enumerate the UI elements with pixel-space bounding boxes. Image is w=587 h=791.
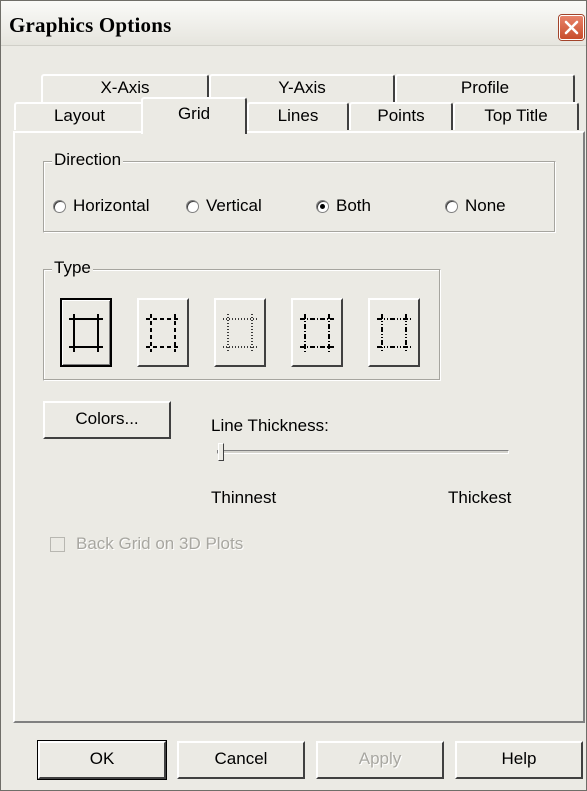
tab-lines[interactable]: Lines xyxy=(247,102,349,130)
line-thickness-slider-thumb[interactable] xyxy=(218,443,224,461)
type-label: Type xyxy=(52,258,93,278)
thickest-label: Thickest xyxy=(448,488,512,507)
radio-circle xyxy=(445,199,458,213)
colors-button[interactable]: Colors... xyxy=(43,401,171,439)
dash-dot-dot-grid-icon xyxy=(377,314,411,352)
window-title: Graphics Options xyxy=(9,13,172,37)
tab-grid[interactable]: Grid xyxy=(141,97,247,134)
direction-label: Direction xyxy=(52,150,124,170)
back-grid-checkbox[interactable] xyxy=(50,537,65,552)
cancel-button[interactable]: Cancel xyxy=(177,741,305,779)
solid-grid-icon xyxy=(69,314,103,352)
dotted-grid-icon xyxy=(223,314,257,352)
dashed-grid-button[interactable] xyxy=(137,298,189,367)
radio-label: Vertical xyxy=(206,196,262,215)
radio-circle-selected xyxy=(316,199,329,213)
radio-circle xyxy=(186,199,199,213)
close-button[interactable] xyxy=(559,15,584,40)
line-thickness-label: Line Thickness: xyxy=(211,416,329,435)
close-icon xyxy=(564,20,579,35)
thinnest-label: Thinnest xyxy=(211,488,277,507)
help-button[interactable]: Help xyxy=(455,741,583,779)
radio-label: Horizontal xyxy=(73,196,150,215)
tab-top-title[interactable]: Top Title xyxy=(453,102,579,130)
radio-dot xyxy=(320,203,325,209)
back-grid-label: Back Grid on 3D Plots xyxy=(76,534,244,553)
dashed-grid-icon xyxy=(146,314,180,352)
dash-dot-dot-grid-button[interactable] xyxy=(368,298,420,367)
solid-grid-button[interactable] xyxy=(60,298,112,367)
tab-profile[interactable]: Profile xyxy=(395,74,575,102)
radio-horizontal[interactable]: Horizontal xyxy=(53,196,150,216)
tab-layout[interactable]: Layout xyxy=(14,102,145,130)
tab-points[interactable]: Points xyxy=(349,102,453,130)
radio-none[interactable]: None xyxy=(445,196,506,216)
radio-label: None xyxy=(465,196,506,215)
ok-button[interactable]: OK xyxy=(37,740,167,780)
dotted-grid-button[interactable] xyxy=(214,298,266,367)
radio-label: Both xyxy=(336,196,371,215)
radio-both[interactable]: Both xyxy=(316,196,371,216)
title-bar[interactable]: Graphics Options xyxy=(1,1,586,46)
radio-circle xyxy=(53,199,66,213)
radio-vertical[interactable]: Vertical xyxy=(186,196,262,216)
dash-dot-grid-button[interactable] xyxy=(291,298,343,367)
apply-button[interactable]: Apply xyxy=(316,741,444,779)
graphics-options-dialog: Graphics Options X-Axis Y-Axis Profile L… xyxy=(0,0,587,791)
dash-dot-grid-icon xyxy=(300,314,334,352)
line-thickness-slider-track[interactable] xyxy=(217,450,509,454)
